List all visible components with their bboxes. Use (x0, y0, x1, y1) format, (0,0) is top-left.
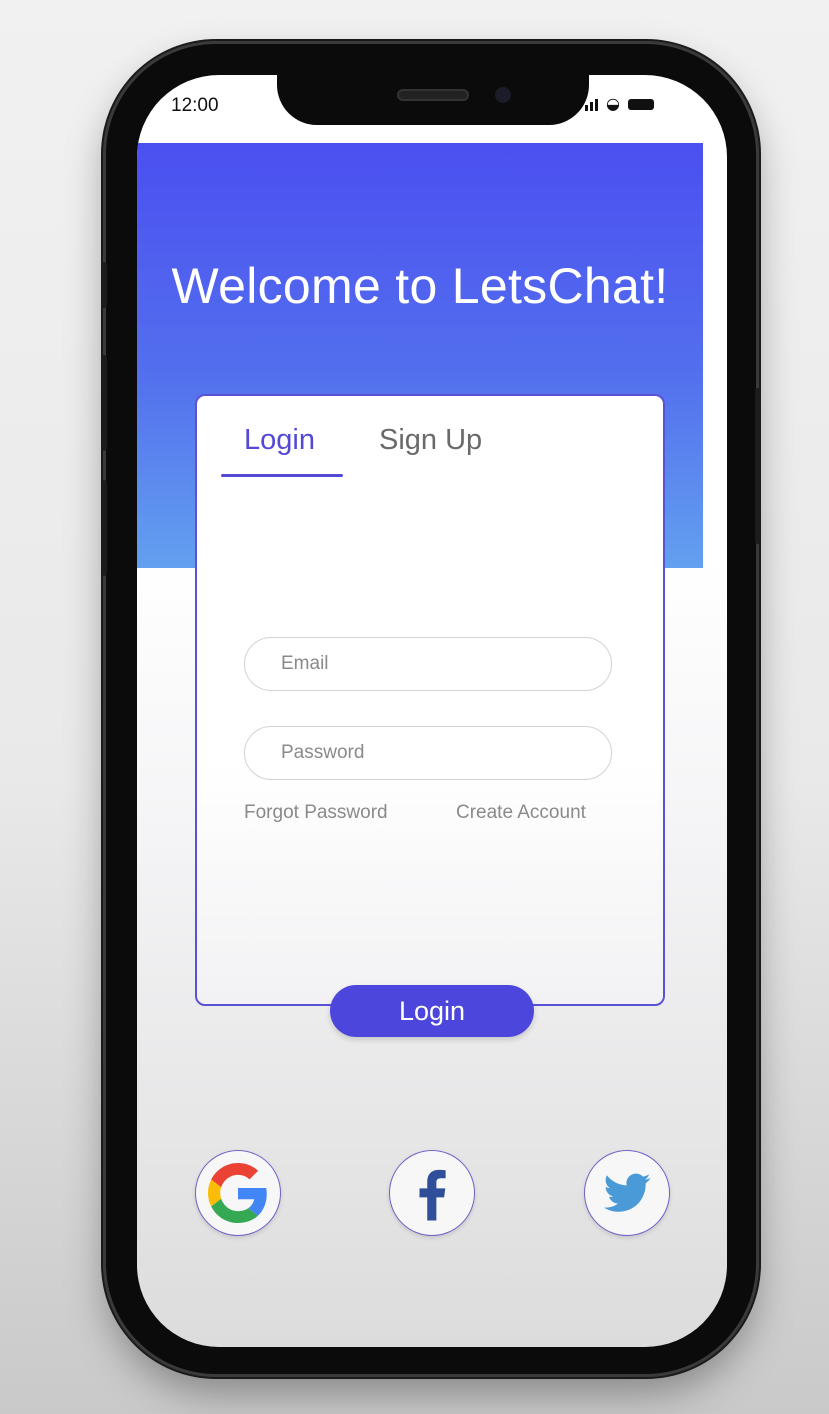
volume-down-button (101, 480, 107, 576)
speaker (397, 89, 469, 101)
power-button (755, 388, 761, 544)
forgot-password-link[interactable]: Forgot Password (244, 802, 388, 824)
volume-up-button (101, 355, 107, 451)
google-login-button[interactable] (195, 1150, 281, 1236)
status-icons: ◒ (585, 94, 654, 113)
facebook-icon (419, 1169, 446, 1221)
mute-switch (101, 262, 107, 308)
page-title: Welcome to LetsChat! (171, 258, 669, 314)
password-input[interactable] (245, 727, 611, 779)
front-camera (495, 87, 511, 103)
password-field[interactable] (244, 726, 612, 780)
tab-signup[interactable]: Sign Up (379, 424, 482, 457)
status-time: 12:00 (171, 95, 219, 116)
tab-login[interactable]: Login (244, 424, 315, 457)
notch (277, 75, 589, 125)
twitter-login-button[interactable] (584, 1150, 670, 1236)
active-tab-indicator (221, 474, 343, 477)
email-input[interactable] (245, 638, 611, 690)
auth-card: Login Sign Up Forgot Password Create Acc… (195, 394, 665, 1006)
facebook-login-button[interactable] (389, 1150, 475, 1236)
create-account-link[interactable]: Create Account (456, 802, 586, 824)
email-field[interactable] (244, 637, 612, 691)
twitter-icon (603, 1173, 651, 1212)
wifi-icon: ◒ (606, 94, 620, 113)
signal-icon (585, 97, 598, 111)
google-icon (208, 1163, 267, 1223)
screen: 12:00 ◒ Welcome to LetsChat! Login Sign … (137, 75, 727, 1347)
battery-icon (627, 98, 654, 110)
login-button[interactable]: Login (330, 985, 534, 1037)
